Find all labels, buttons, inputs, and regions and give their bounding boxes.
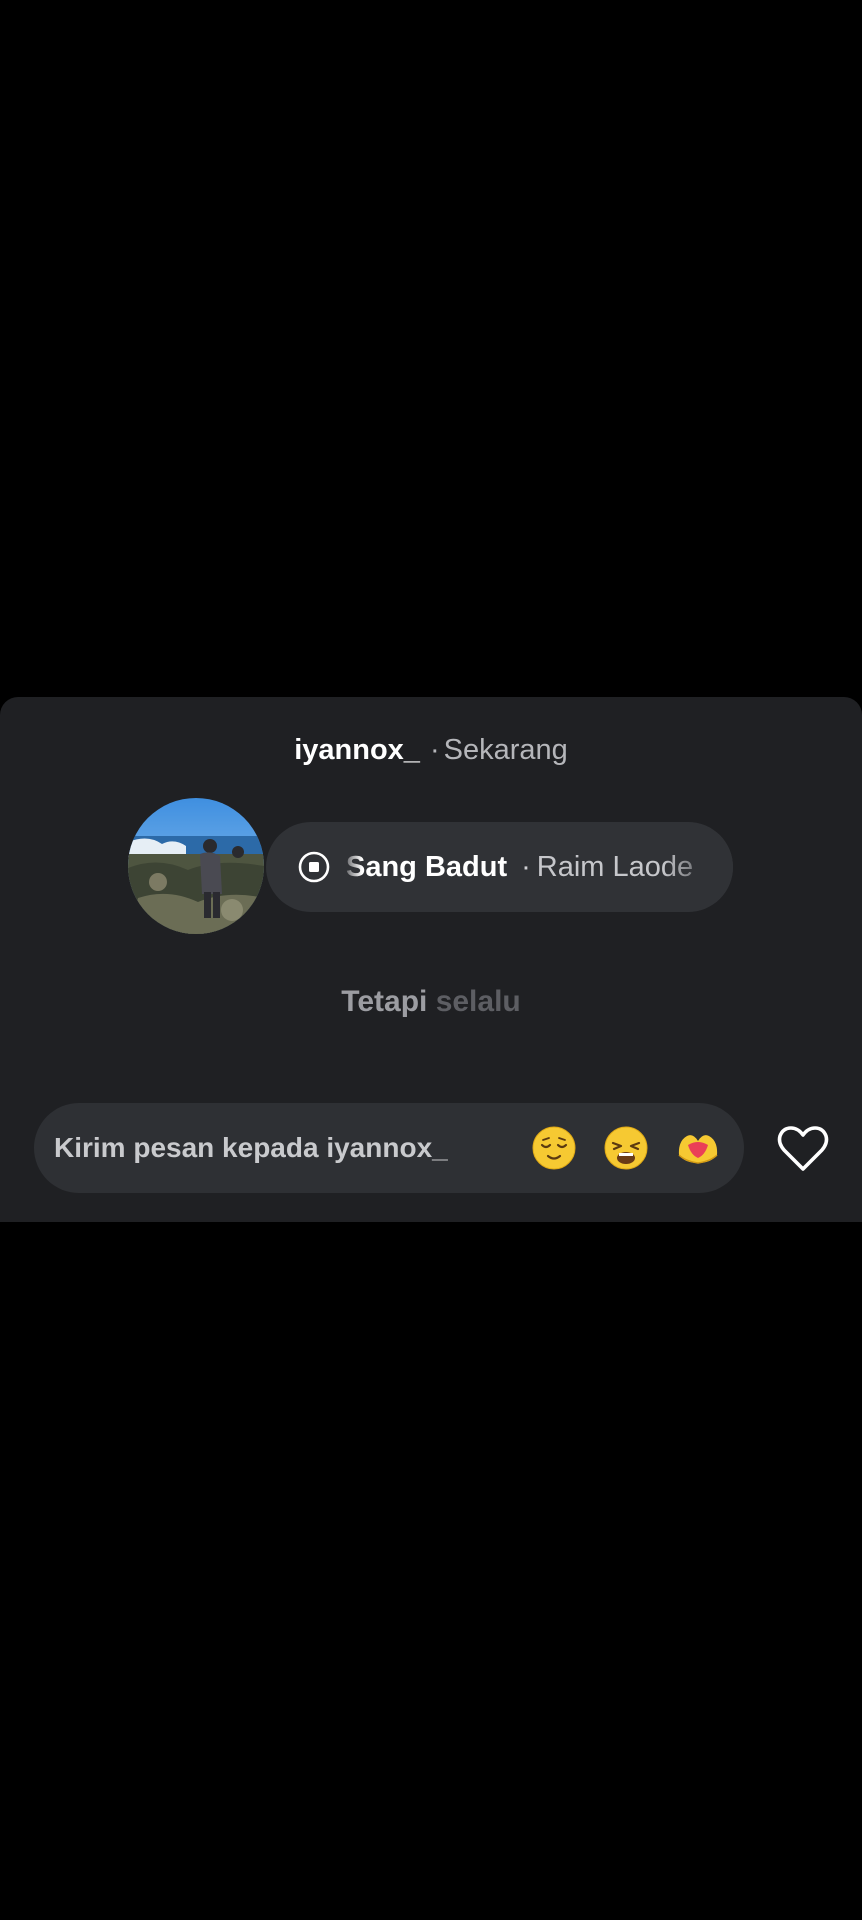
heart-hands-emoji-icon[interactable] xyxy=(675,1125,721,1171)
music-info: Sang Badut · Raim Laode xyxy=(346,822,693,912)
message-bar: Kirim pesan kepada iyannox_ xyxy=(34,1103,744,1193)
like-heart-icon[interactable] xyxy=(776,1124,830,1172)
avatar[interactable] xyxy=(128,798,264,934)
marquee-fade-right xyxy=(663,822,733,912)
marquee-fade-left xyxy=(340,822,362,912)
lyrics-line: Tetapi selalu xyxy=(0,980,862,1024)
song-title: Sang Badut xyxy=(346,851,508,883)
header-separator: · xyxy=(429,734,440,766)
music-separator: · xyxy=(521,851,531,883)
lyrics-sung: Tetapi xyxy=(341,985,436,1018)
lyrics-upcoming: selalu xyxy=(435,985,521,1018)
story-header: iyannox_ · Sekarang xyxy=(0,733,862,767)
stop-music-icon[interactable] xyxy=(298,851,330,883)
username[interactable]: iyannox_ xyxy=(294,734,420,766)
relieved-face-emoji-icon[interactable] xyxy=(531,1125,577,1171)
message-input[interactable]: Kirim pesan kepada iyannox_ xyxy=(54,1103,474,1193)
timestamp: Sekarang xyxy=(443,734,568,766)
music-sticker[interactable]: Sang Badut · Raim Laode xyxy=(266,822,733,912)
weary-face-emoji-icon[interactable] xyxy=(603,1125,649,1171)
